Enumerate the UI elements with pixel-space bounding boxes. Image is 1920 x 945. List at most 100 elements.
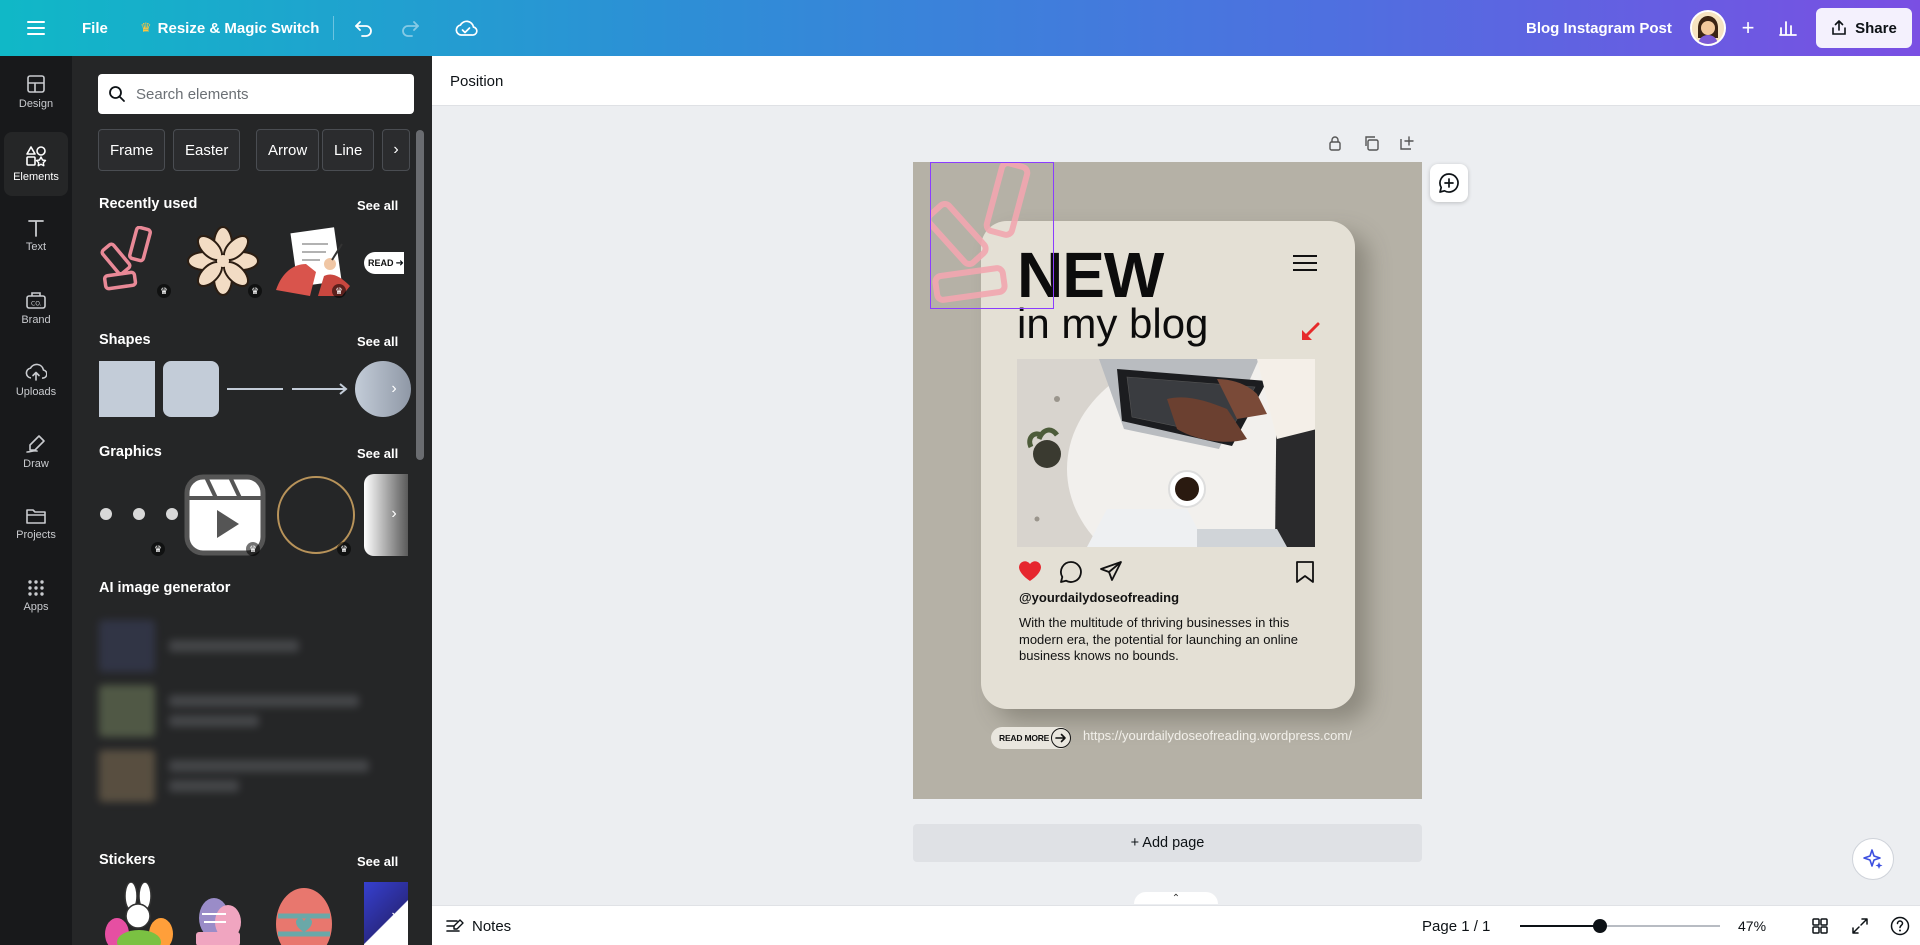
search-placeholder: Search elements	[136, 85, 249, 103]
zoom-slider[interactable]	[1520, 919, 1720, 933]
read-more-badge[interactable]: READ MORE	[991, 727, 1071, 749]
page-indicator[interactable]: Page 1 / 1	[1422, 910, 1490, 942]
account-handle[interactable]: @yourdailydoseofreading	[1019, 590, 1179, 605]
rail-item-apps[interactable]: Apps	[4, 564, 68, 628]
chip-easter[interactable]: Easter	[173, 129, 241, 171]
draw-icon	[26, 435, 45, 453]
send-icon[interactable]	[1099, 560, 1123, 582]
search-elements-field[interactable]: Search elements	[98, 74, 414, 114]
sparkle-icon	[1863, 849, 1883, 869]
show-pages-toggle[interactable]: ⌃	[1134, 892, 1218, 904]
easter-bunny-sticker	[105, 882, 173, 945]
grid-view-button[interactable]	[1808, 914, 1832, 938]
rail-label-text: Text	[25, 241, 47, 253]
pink-rays-element[interactable]	[925, 160, 1054, 309]
heart-icon[interactable]	[1017, 559, 1043, 583]
rail-label-apps: Apps	[23, 601, 49, 613]
shape-rounded-square[interactable]	[163, 361, 219, 417]
sticker-easter-egg-text[interactable]	[192, 888, 244, 945]
main-menu-button[interactable]	[20, 8, 52, 48]
rail-item-text[interactable]: Text	[4, 204, 68, 268]
ai-suggestion-2[interactable]	[99, 681, 389, 741]
zoom-slider-handle[interactable]	[1593, 919, 1607, 933]
add-comment-button[interactable]	[1430, 164, 1468, 202]
sticker-easter-bunny[interactable]	[99, 882, 179, 945]
rail-item-brand[interactable]: CO. Brand	[4, 276, 68, 340]
graphic-gold-circle[interactable]: ♛	[275, 474, 357, 556]
comment-icon[interactable]	[1059, 560, 1083, 584]
crown-icon: ♛	[246, 542, 260, 556]
laptop-photo[interactable]	[1017, 359, 1315, 547]
file-menu-button[interactable]: File	[72, 8, 118, 48]
redo-button[interactable]	[394, 8, 426, 48]
elements-panel: Search elements Frame Easter Arrow Line …	[72, 56, 432, 945]
see-all-graphics[interactable]: See all	[357, 446, 398, 461]
text-icon	[28, 220, 44, 237]
lock-page-button[interactable]	[1322, 130, 1348, 156]
apps-icon	[28, 580, 44, 596]
graphic-video-frame[interactable]: ♛	[184, 474, 266, 556]
zoom-percentage[interactable]: 47%	[1738, 910, 1766, 942]
recent-element-read-more[interactable]: READ ➜	[364, 252, 404, 274]
rail-item-design[interactable]: Design	[4, 60, 68, 124]
comment-add-icon	[1439, 173, 1459, 193]
rail-item-draw[interactable]: Draw	[4, 420, 68, 484]
position-button[interactable]: Position	[446, 64, 507, 98]
undo-button[interactable]	[348, 8, 380, 48]
see-all-recently-used[interactable]: See all	[357, 198, 398, 213]
insights-icon	[1779, 21, 1797, 36]
save-status-button[interactable]	[450, 8, 482, 48]
red-arrow-graphic[interactable]	[1299, 321, 1321, 348]
help-button[interactable]	[1888, 914, 1912, 938]
stickers-next-button[interactable]: ›	[382, 896, 406, 936]
add-page-icon-button[interactable]	[1394, 130, 1420, 156]
chips-next-button[interactable]: ›	[382, 129, 410, 171]
chip-arrow[interactable]: Arrow	[256, 129, 320, 171]
graphic-dots[interactable]: ♛	[99, 474, 179, 556]
rail-item-projects[interactable]: Projects	[4, 492, 68, 556]
crown-icon: ♛	[332, 284, 346, 298]
fullscreen-button[interactable]	[1848, 914, 1872, 938]
chip-frame[interactable]: Frame	[98, 129, 166, 171]
user-avatar[interactable]	[1690, 10, 1726, 46]
magic-assistant-button[interactable]	[1852, 838, 1894, 880]
duplicate-page-button[interactable]	[1358, 130, 1384, 156]
subheadline-text[interactable]: in my blog	[1017, 303, 1208, 345]
ai-suggestion-1[interactable]	[99, 616, 389, 676]
sticker-decorated-egg[interactable]	[272, 882, 336, 945]
insights-button[interactable]	[1770, 10, 1806, 46]
see-all-stickers[interactable]: See all	[357, 854, 398, 869]
shape-square[interactable]	[99, 361, 155, 417]
recent-element-pink-lines[interactable]: ♛	[99, 225, 171, 298]
duplicate-icon	[1365, 136, 1379, 151]
ai-suggestion-3[interactable]	[99, 746, 389, 806]
avatar-icon	[1692, 12, 1724, 44]
notes-button[interactable]: Notes	[446, 910, 511, 942]
bookmark-icon[interactable]	[1295, 560, 1315, 584]
shape-arrow-line[interactable]	[291, 382, 349, 396]
add-page-button[interactable]: + Add page	[913, 824, 1422, 862]
recent-element-flower[interactable]: ♛	[186, 226, 262, 298]
rail-item-elements[interactable]: Elements	[4, 132, 68, 196]
document-title[interactable]: Blog Instagram Post	[1516, 8, 1682, 48]
resize-magic-switch-button[interactable]: ♛ Resize & Magic Switch	[130, 8, 329, 48]
graphics-next-button[interactable]: ›	[382, 494, 406, 534]
panel-scrollbar[interactable]	[416, 130, 424, 460]
ai-text-placeholder	[169, 695, 359, 707]
shapes-next-button[interactable]: ›	[382, 369, 406, 409]
ai-thumbnail	[99, 685, 155, 737]
ai-text-placeholder	[169, 640, 299, 652]
hamburger-menu-graphic[interactable]	[1293, 255, 1317, 273]
recent-element-writing-hand[interactable]: ♛	[272, 226, 354, 298]
rail-item-uploads[interactable]: Uploads	[4, 348, 68, 412]
blog-url-text[interactable]: https://yourdailydoseofreading.wordpress…	[1083, 728, 1352, 743]
folder-icon	[26, 509, 46, 524]
chip-line[interactable]: Line	[322, 129, 375, 171]
share-button[interactable]: Share	[1816, 8, 1912, 48]
shape-line[interactable]	[227, 388, 283, 390]
decorated-egg-sticker	[276, 888, 332, 945]
post-caption[interactable]: With the multitude of thriving businesse…	[1019, 615, 1319, 665]
see-all-shapes[interactable]: See all	[357, 334, 398, 349]
invite-button[interactable]: +	[1730, 10, 1766, 46]
laptop-desk-photo	[1017, 359, 1315, 547]
